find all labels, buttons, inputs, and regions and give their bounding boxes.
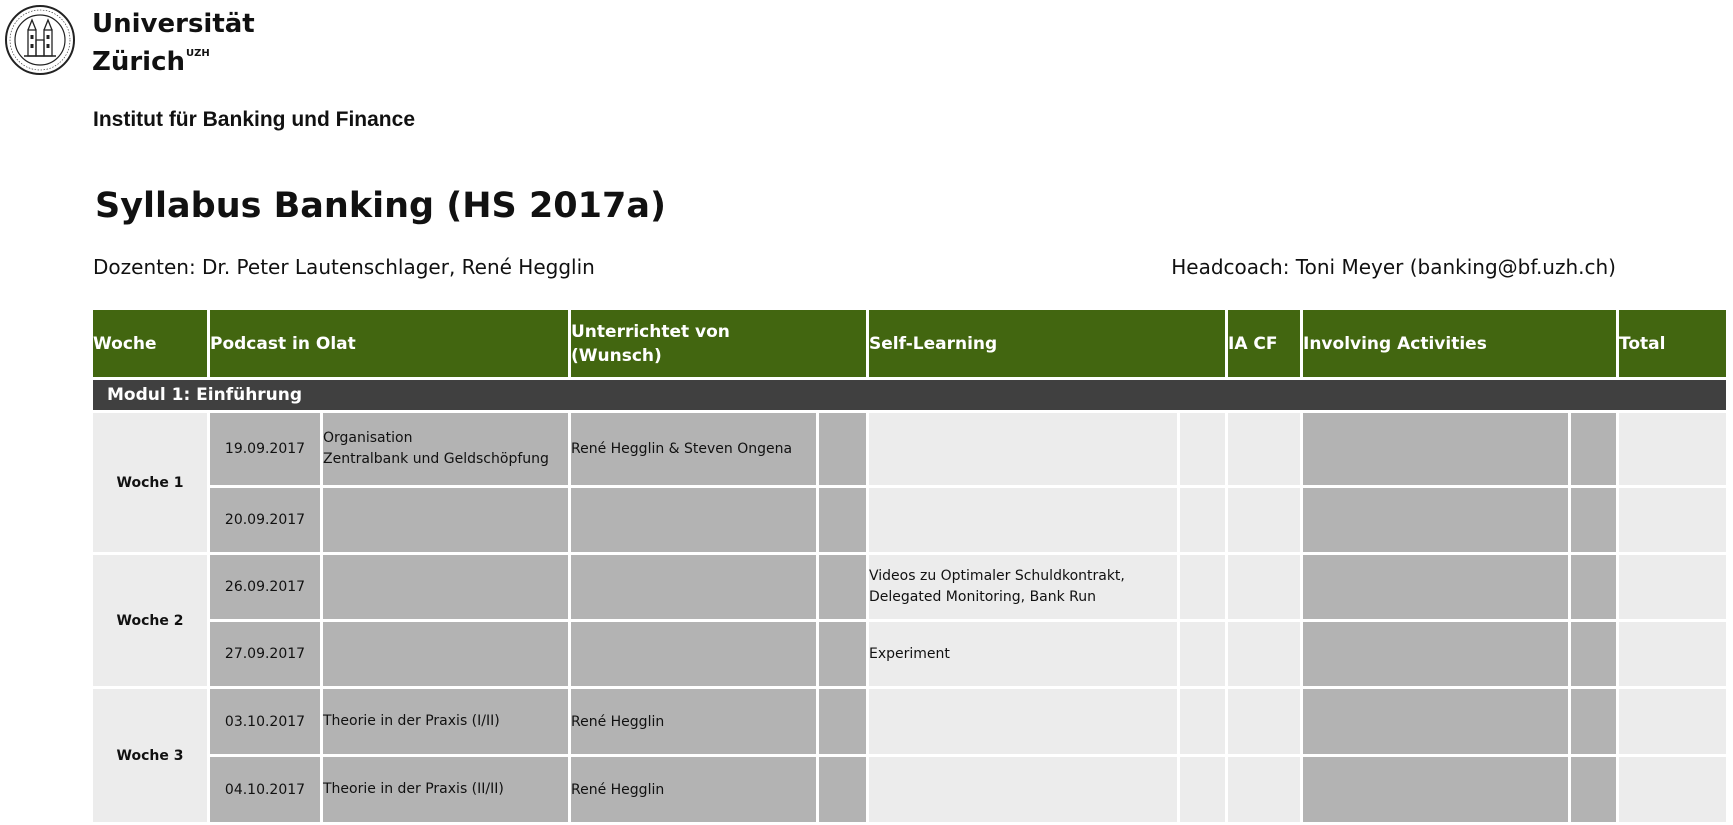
self-learning-cell — [866, 410, 1180, 488]
empty-cell — [1177, 410, 1228, 488]
topic-cell — [320, 552, 571, 622]
empty-cell — [1568, 485, 1619, 555]
involving-cell — [1300, 619, 1571, 689]
empty-cell — [1177, 686, 1228, 757]
col-header-unterrichtet-label: Unterrichtet von (Wunsch) — [571, 321, 730, 366]
date-cell: 03.10.2017 — [207, 686, 323, 757]
self-learning-text: Experiment — [869, 645, 950, 662]
involving-cell — [1300, 410, 1571, 488]
topic-text: Organisation Zentralbank und Geldschöpfu… — [323, 430, 549, 467]
page-title: Syllabus Banking (HS 2017a) — [95, 186, 666, 226]
date-cell: 20.09.2017 — [207, 485, 323, 555]
col-header-involving: Involving Activities — [1300, 307, 1619, 380]
topic-cell — [320, 485, 571, 555]
empty-cell — [816, 754, 869, 825]
ia-cf-cell — [1225, 410, 1303, 488]
teacher-cell: René Hegglin — [568, 754, 819, 825]
teacher-cell — [568, 552, 819, 622]
table-row: Woche 1 19.09.2017 Organisation Zentralb… — [90, 410, 1729, 555]
institute-name: Institut für Banking und Finance — [93, 108, 415, 131]
empty-cell — [1177, 619, 1228, 689]
involving-cell — [1300, 552, 1571, 622]
total-cell — [1616, 485, 1729, 555]
total-cell — [1616, 754, 1729, 825]
topic-cell: Theorie in der Praxis (I/II) — [320, 686, 571, 757]
week-label: Woche 2 — [90, 552, 210, 689]
empty-cell — [1568, 619, 1619, 689]
empty-cell — [816, 485, 869, 555]
empty-cell — [1568, 552, 1619, 622]
syllabus-table: Woche Podcast in Olat Unterrichtet von (… — [90, 307, 1729, 825]
week-label: Woche 3 — [90, 686, 210, 825]
col-header-self-learning: Self-Learning — [866, 307, 1228, 380]
self-learning-text: Videos zu Optimaler Schuldkontrakt, Dele… — [869, 568, 1125, 605]
col-header-woche: Woche — [90, 307, 210, 380]
teacher-cell — [568, 485, 819, 555]
headcoach-line: Headcoach: Toni Meyer (banking@bf.uzh.ch… — [1171, 255, 1616, 279]
empty-cell — [816, 552, 869, 622]
date-cell: 27.09.2017 — [207, 619, 323, 689]
topic-cell — [320, 619, 571, 689]
module-row: Modul 1: Einführung — [90, 377, 1729, 413]
table-row: 27.09.2017 Experiment — [92, 619, 1729, 689]
total-cell — [1616, 552, 1729, 622]
total-cell — [1616, 686, 1729, 757]
table-row: 20.09.2017 — [92, 485, 1729, 555]
ia-cf-cell — [1225, 754, 1303, 825]
ia-cf-cell — [1225, 552, 1303, 622]
date-cell: 04.10.2017 — [207, 754, 323, 825]
teacher-cell: René Hegglin — [568, 686, 819, 757]
table-row: 04.10.2017 Theorie in der Praxis (II/II)… — [92, 754, 1729, 825]
empty-cell — [816, 410, 869, 488]
week-label: Woche 1 — [90, 410, 210, 555]
university-name-line2: Zürich — [92, 47, 186, 77]
empty-cell — [1177, 485, 1228, 555]
self-learning-cell — [866, 686, 1180, 757]
col-header-ia-cf: IA CF — [1225, 307, 1303, 380]
topic-cell: Organisation Zentralbank und Geldschöpfu… — [320, 410, 571, 488]
teacher-cell: René Hegglin & Steven Ongena — [568, 410, 819, 488]
empty-cell — [1177, 552, 1228, 622]
topic-text: Theorie in der Praxis (I/II) — [323, 713, 500, 729]
date-cell: 19.09.2017 — [207, 410, 323, 488]
ia-cf-cell — [1225, 686, 1303, 757]
involving-cell — [1300, 485, 1571, 555]
self-learning-cell — [866, 485, 1180, 555]
ia-cf-cell — [1225, 485, 1303, 555]
topic-cell: Theorie in der Praxis (II/II) — [320, 754, 571, 825]
teacher-cell — [568, 619, 819, 689]
university-abbrev: UZH — [186, 48, 210, 59]
self-learning-cell: Experiment — [866, 619, 1180, 689]
university-name-line1: Universität — [92, 9, 255, 39]
table-row: Woche 3 03.10.2017 Theorie in der Praxis… — [90, 686, 1729, 825]
col-header-podcast: Podcast in Olat — [207, 307, 571, 380]
empty-cell — [816, 619, 869, 689]
involving-cell — [1300, 686, 1571, 757]
empty-cell — [1568, 754, 1619, 825]
university-seal-icon — [5, 5, 75, 75]
self-learning-cell: Videos zu Optimaler Schuldkontrakt, Dele… — [866, 552, 1180, 622]
university-name: Universität ZürichUZH — [92, 10, 255, 77]
topic-text: Theorie in der Praxis (II/II) — [323, 781, 504, 797]
total-cell — [1616, 410, 1729, 488]
table-header-row: Woche Podcast in Olat Unterrichtet von (… — [90, 307, 1729, 380]
table-row: Woche 2 26.09.2017 Videos zu Optimaler S… — [90, 552, 1729, 689]
empty-cell — [816, 686, 869, 757]
module-title: Modul 1: Einführung — [90, 377, 1729, 413]
date-cell: 26.09.2017 — [207, 552, 323, 622]
col-header-total: Total — [1616, 307, 1729, 380]
involving-cell — [1300, 754, 1571, 825]
ia-cf-cell — [1225, 619, 1303, 689]
self-learning-cell — [866, 754, 1180, 825]
empty-cell — [1568, 686, 1619, 757]
lecturers-line: Dozenten: Dr. Peter Lautenschlager, René… — [93, 255, 595, 279]
empty-cell — [1177, 754, 1228, 825]
total-cell — [1616, 619, 1729, 689]
empty-cell — [1568, 410, 1619, 488]
col-header-unterrichtet: Unterrichtet von (Wunsch) — [568, 307, 869, 380]
